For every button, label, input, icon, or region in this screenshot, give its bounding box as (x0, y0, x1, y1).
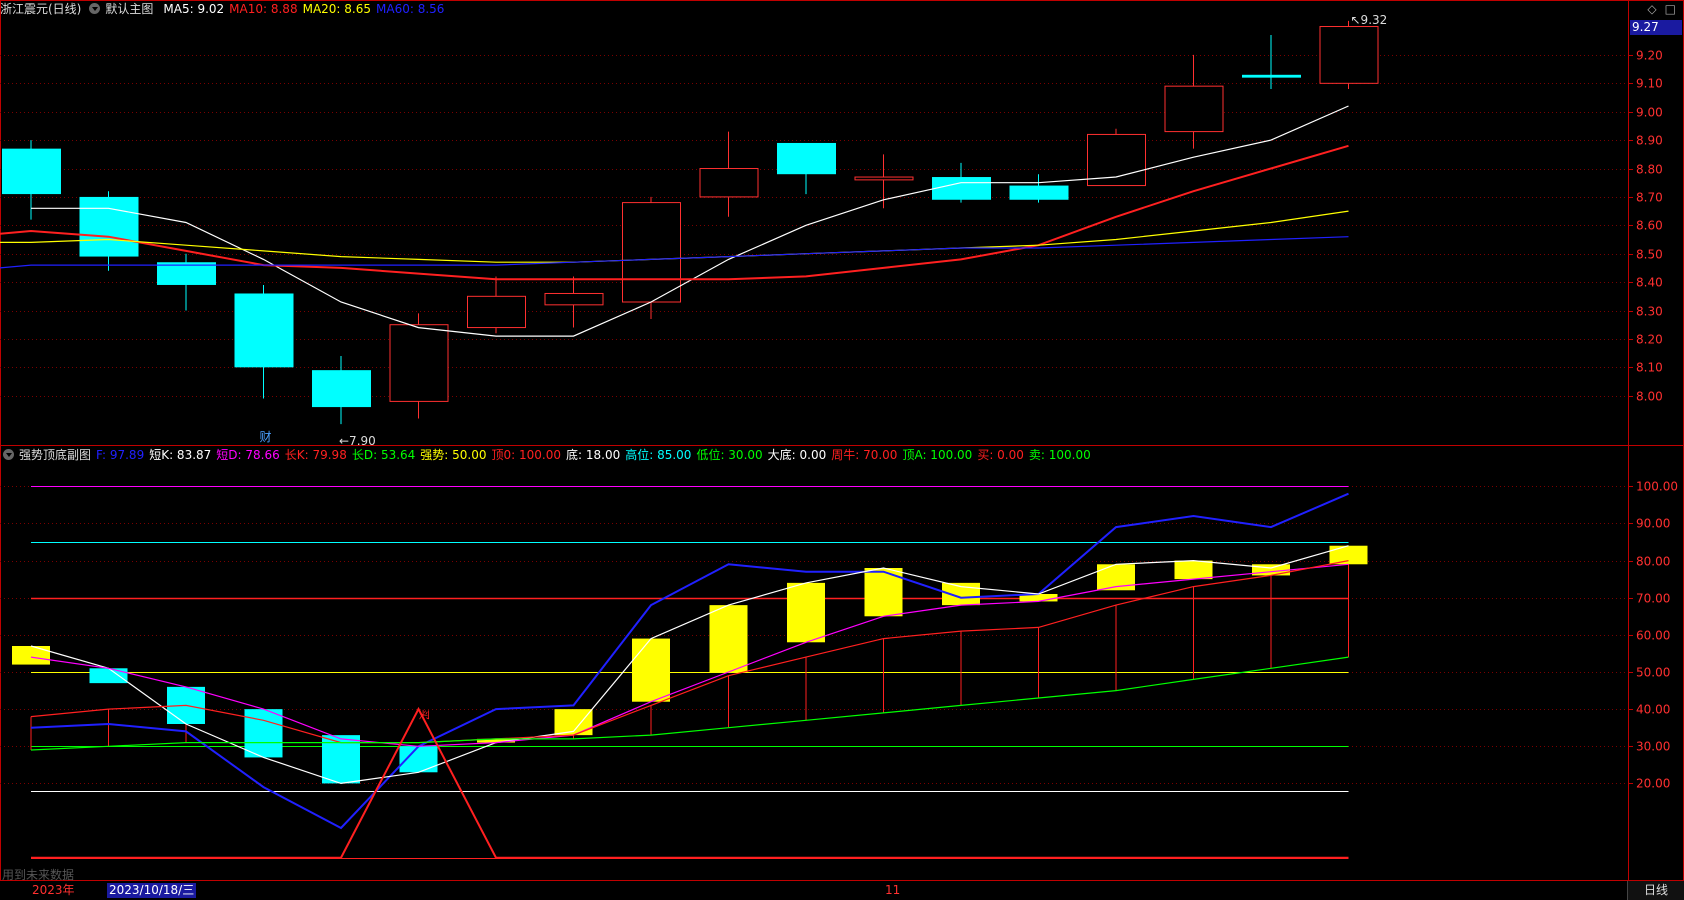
cai-marker: 财 (260, 430, 272, 444)
candle-body (544, 292, 604, 306)
candle-body (1319, 26, 1379, 84)
indicator-line-短D (30, 563, 1349, 747)
x-axis-year: 2023年 (32, 883, 75, 897)
high-price-label: ↖9.32 (1351, 13, 1388, 27)
candle-body (312, 370, 371, 408)
sub-axis-tick-label: 90.00 (1636, 517, 1670, 531)
main-axis-tick-label: 8.70 (1636, 191, 1663, 205)
low-price-label: ←7.90 (339, 434, 376, 448)
main-axis-tick-label: 8.20 (1636, 333, 1663, 347)
sub-axis-tick-label: 70.00 (1636, 592, 1670, 606)
strength-box (12, 646, 50, 665)
candle-body (79, 196, 139, 257)
x-axis-date-cursor: 2023/10/18/三 (107, 883, 197, 898)
candle-body (699, 168, 759, 198)
candle-body (1242, 74, 1301, 78)
main-axis-tick-label: 9.00 (1636, 106, 1663, 120)
main-axis-tick-label: 8.50 (1636, 248, 1663, 262)
sub-axis-tick-label: 60.00 (1636, 629, 1670, 643)
main-axis-tick-label: 9.20 (1636, 49, 1663, 63)
period-button[interactable]: 日线 (1627, 881, 1684, 900)
strength-box (89, 668, 128, 684)
candle-body (389, 324, 449, 402)
candle-body (777, 142, 836, 175)
candle-body (1164, 85, 1224, 133)
candle-body (854, 176, 914, 181)
candle-body (1009, 185, 1069, 200)
indicator-line-F (30, 492, 1349, 830)
main-axis-tick-label: 8.80 (1636, 163, 1663, 177)
main-axis-tick-label: 8.10 (1636, 361, 1663, 375)
main-axis-tick-label: 9.10 (1636, 77, 1663, 91)
indicator-line-长K (30, 560, 1349, 744)
sub-axis-tick-label: 30.00 (1636, 740, 1670, 754)
stock-chart[interactable]: 8.00 8.10 8.20 8.30 8.40 8.50 8.60 8.70 8.80 8.90… (0, 0, 1684, 900)
sub-axis-tick-label: 40.00 (1636, 703, 1670, 717)
candle-body (932, 177, 991, 200)
strength-box (632, 638, 670, 702)
main-axis-tick-label: 8.40 (1636, 276, 1663, 290)
strength-box (244, 709, 283, 758)
main-axis-tick-label: 8.30 (1636, 305, 1663, 319)
strength-box (787, 582, 825, 643)
strength-box (1174, 560, 1213, 580)
x-axis-month-mark: 11 (885, 883, 901, 897)
candle-body (2, 148, 61, 195)
indicator-line-长D (30, 656, 1349, 751)
candle-body (467, 295, 526, 329)
candle-body (234, 293, 294, 368)
candle-body (622, 202, 681, 303)
buy-marker: 买 (418, 709, 431, 720)
indicator-line-短K (30, 545, 1349, 785)
future-data-note: 用到未来数据 (2, 868, 75, 882)
strength-box (1329, 545, 1368, 565)
main-axis-tick-label: 8.60 (1636, 219, 1663, 233)
strength-box (709, 605, 748, 672)
main-axis-tick-label: 8.90 (1636, 134, 1663, 148)
sub-axis-tick-label: 50.00 (1636, 666, 1670, 680)
sub-axis-tick-label: 20.00 (1636, 777, 1670, 791)
sub-axis-tick-label: 100.00 (1636, 480, 1678, 494)
main-axis-tick-label: 8.00 (1636, 390, 1663, 404)
sub-axis-tick-label: 80.00 (1636, 555, 1670, 569)
